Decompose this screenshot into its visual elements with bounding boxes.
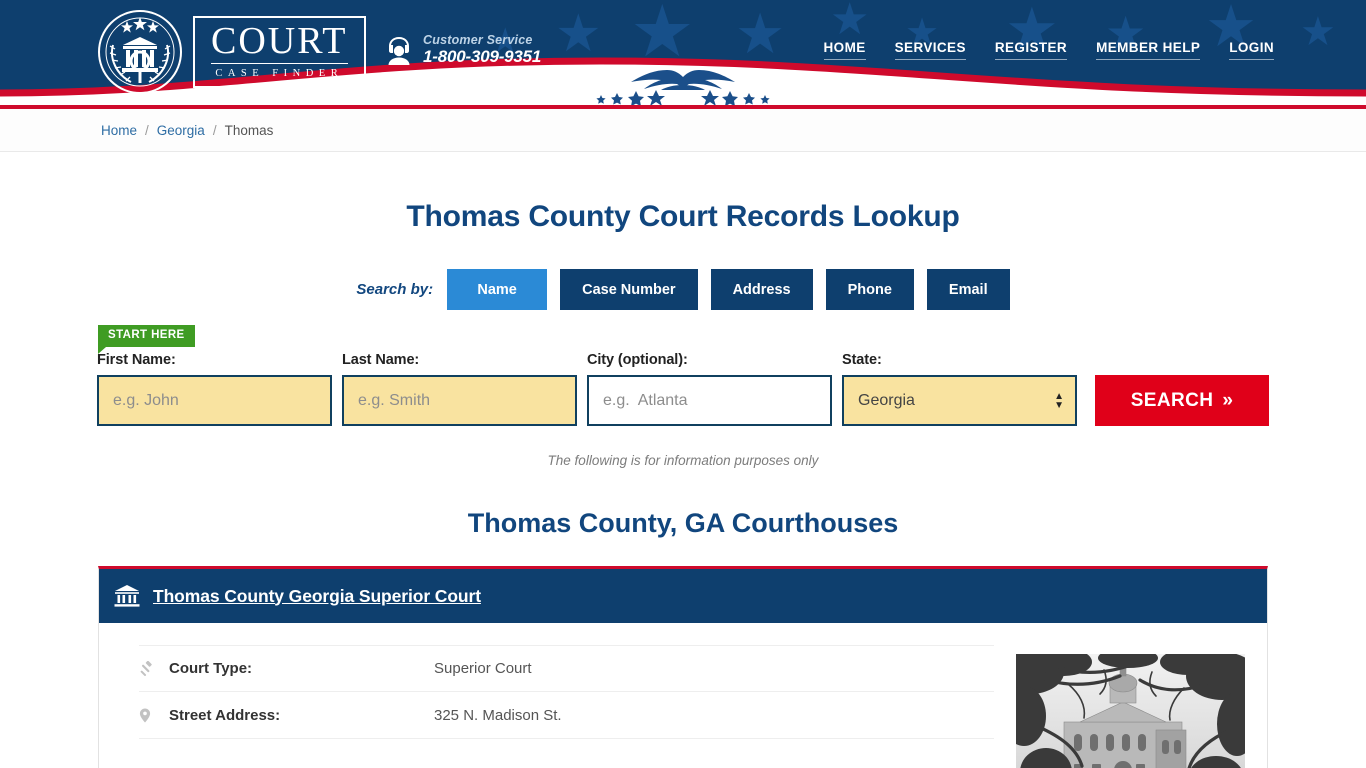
gavel-icon: [139, 661, 169, 676]
main-content: Thomas County Court Records Lookup Searc…: [0, 200, 1366, 768]
chevron-double-right-icon: »: [1222, 389, 1234, 411]
state-label: State:: [842, 352, 882, 368]
last-name-input[interactable]: [342, 375, 577, 426]
logo-subtitle: CASE FINDER: [215, 68, 344, 80]
main-navigation: HOME SERVICES REGISTER MEMBER HELP LOGIN: [823, 40, 1274, 60]
nav-item-login[interactable]: LOGIN: [1229, 40, 1274, 60]
first-name-input[interactable]: [97, 375, 332, 426]
breadcrumb-separator: /: [212, 122, 217, 138]
logo-wordmark: COURT CASE FINDER: [193, 16, 366, 88]
search-form: START HERE First Name: Last Name: City (…: [97, 324, 1269, 426]
nav-item-register[interactable]: REGISTER: [994, 40, 1068, 60]
tab-email[interactable]: Email: [926, 269, 1010, 310]
court-seal-icon: [97, 9, 183, 95]
last-name-field-group: Last Name:: [342, 352, 577, 426]
detail-value: 325 N. Madison St.: [434, 706, 562, 724]
nav-item-member-help[interactable]: MEMBER HELP: [1096, 40, 1201, 60]
site-header: ★ ★ ★ ★ ★ ★ ★ ★ ★ ★ COURT CASE FINDER Cu…: [0, 0, 1366, 105]
courthouses-section-title: Thomas County, GA Courthouses: [467, 508, 899, 538]
court-detail-list: Court Type: Superior Court Street Addres…: [99, 645, 994, 768]
last-name-label: Last Name:: [342, 352, 420, 368]
state-field-group: State: ▲▼: [842, 352, 1077, 426]
city-field-group: City (optional):: [587, 352, 832, 426]
disclaimer-text: The following is for information purpose…: [547, 453, 819, 468]
search-button[interactable]: SEARCH »: [1095, 375, 1269, 426]
breadcrumb-separator: /: [145, 122, 149, 138]
detail-label: Street Address:: [169, 706, 281, 724]
breadcrumb-item-georgia[interactable]: Georgia: [157, 123, 205, 138]
nav-item-services[interactable]: SERVICES: [894, 40, 966, 60]
customer-service-block: Customer Service 1-800-309-9351: [384, 33, 541, 68]
bank-courthouse-icon: [114, 585, 140, 607]
first-name-field-group: First Name:: [97, 352, 332, 426]
nav-item-home[interactable]: HOME: [823, 40, 866, 60]
city-label: City (optional):: [587, 352, 688, 368]
court-card-header: Thomas County Georgia Superior Court: [99, 569, 1267, 623]
customer-service-phone[interactable]: 1-800-309-9351: [423, 47, 541, 67]
state-select[interactable]: [842, 375, 1077, 426]
table-row: Court Type: Superior Court: [139, 645, 994, 692]
courthouse-photo: [1016, 654, 1245, 768]
search-button-label: SEARCH: [1130, 389, 1214, 411]
detail-value: Superior Court: [434, 660, 532, 677]
site-logo[interactable]: COURT CASE FINDER: [97, 9, 366, 95]
tab-address[interactable]: Address: [710, 269, 813, 310]
court-card-body: Court Type: Superior Court Street Addres…: [99, 623, 1267, 768]
court-name-link[interactable]: Thomas County Georgia Superior Court: [153, 586, 481, 607]
city-input[interactable]: [587, 375, 832, 426]
table-row: [139, 739, 994, 768]
tab-phone[interactable]: Phone: [825, 269, 914, 310]
first-name-label: First Name:: [97, 352, 176, 368]
start-here-badge: START HERE: [98, 325, 195, 353]
page-title: Thomas County Court Records Lookup: [406, 200, 960, 233]
logo-word: COURT: [211, 20, 348, 65]
table-row: Street Address: 325 N. Madison St.: [139, 692, 994, 739]
customer-service-label: Customer Service: [423, 33, 533, 47]
court-card: Thomas County Georgia Superior Court Cou…: [98, 566, 1268, 768]
map-pin-icon: [139, 708, 169, 723]
breadcrumb-item-home[interactable]: Home: [101, 123, 137, 138]
courthouse-photo-column: [994, 645, 1267, 768]
headset-support-icon: [388, 37, 410, 66]
tab-name[interactable]: Name: [447, 269, 548, 310]
search-by-tabs: Search by: Name Case Number Address Phon…: [0, 269, 1366, 310]
tab-case-number[interactable]: Case Number: [560, 269, 698, 310]
breadcrumb: Home / Georgia / Thomas: [0, 109, 1366, 152]
breadcrumb-item-thomas: Thomas: [224, 122, 274, 138]
search-by-label: Search by:: [356, 281, 434, 298]
detail-label: Court Type:: [169, 660, 253, 677]
